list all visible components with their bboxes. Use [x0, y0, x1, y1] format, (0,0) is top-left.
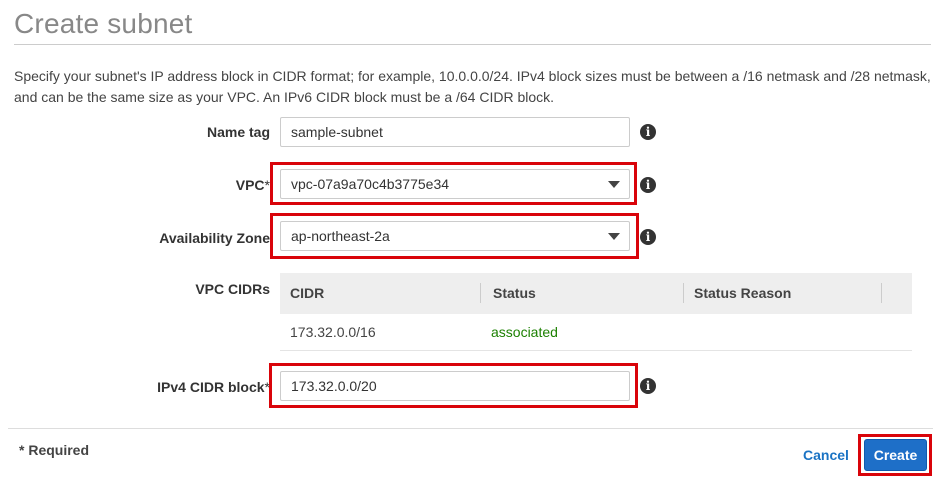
- column-header-status[interactable]: Status: [483, 273, 683, 314]
- cidr-cell: 173.32.0.0/16: [290, 324, 376, 340]
- vpc-label: VPC*: [235, 177, 270, 193]
- availability-zone-selected-value: ap-northeast-2a: [291, 228, 390, 244]
- chevron-down-icon: [608, 233, 620, 240]
- title-divider: [14, 44, 931, 45]
- ipv4-cidr-block-input[interactable]: [280, 371, 630, 401]
- name-tag-label: Name tag: [206, 124, 270, 140]
- status-cell: associated: [491, 324, 558, 340]
- info-icon[interactable]: i: [640, 124, 656, 140]
- info-icon[interactable]: i: [640, 378, 656, 394]
- ipv4-cidr-block-label: IPv4 CIDR block*: [157, 379, 270, 395]
- column-header-status-reason[interactable]: Status Reason: [684, 273, 882, 314]
- column-header-cidr[interactable]: CIDR: [280, 273, 480, 314]
- info-icon[interactable]: i: [640, 229, 656, 245]
- info-icon[interactable]: i: [640, 177, 656, 193]
- availability-zone-label: Availability Zone: [159, 230, 270, 246]
- column-divider: [480, 283, 481, 303]
- vpc-selected-value: vpc-07a9a70c4b3775e34: [291, 176, 450, 192]
- page-description: Specify your subnet's IP address block i…: [14, 68, 931, 105]
- footer-divider: [8, 428, 933, 429]
- column-divider: [881, 283, 882, 303]
- status-reason-cell: [684, 314, 882, 351]
- vpc-cidrs-label: VPC CIDRs: [195, 281, 270, 297]
- vpc-select[interactable]: vpc-07a9a70c4b3775e34: [280, 169, 630, 199]
- page-title: Create subnet: [14, 8, 193, 39]
- create-button[interactable]: Create: [864, 439, 927, 471]
- vpc-cidrs-table: CIDR Status Status Reason 173.32.0.0/16 …: [280, 273, 912, 351]
- cancel-button[interactable]: Cancel: [803, 447, 849, 463]
- availability-zone-select[interactable]: ap-northeast-2a: [280, 221, 630, 251]
- table-row: 173.32.0.0/16 associated: [280, 314, 912, 351]
- chevron-down-icon: [608, 181, 620, 188]
- table-header: CIDR Status Status Reason: [280, 273, 912, 314]
- name-tag-input[interactable]: [280, 117, 630, 147]
- required-note: * Required: [19, 442, 90, 458]
